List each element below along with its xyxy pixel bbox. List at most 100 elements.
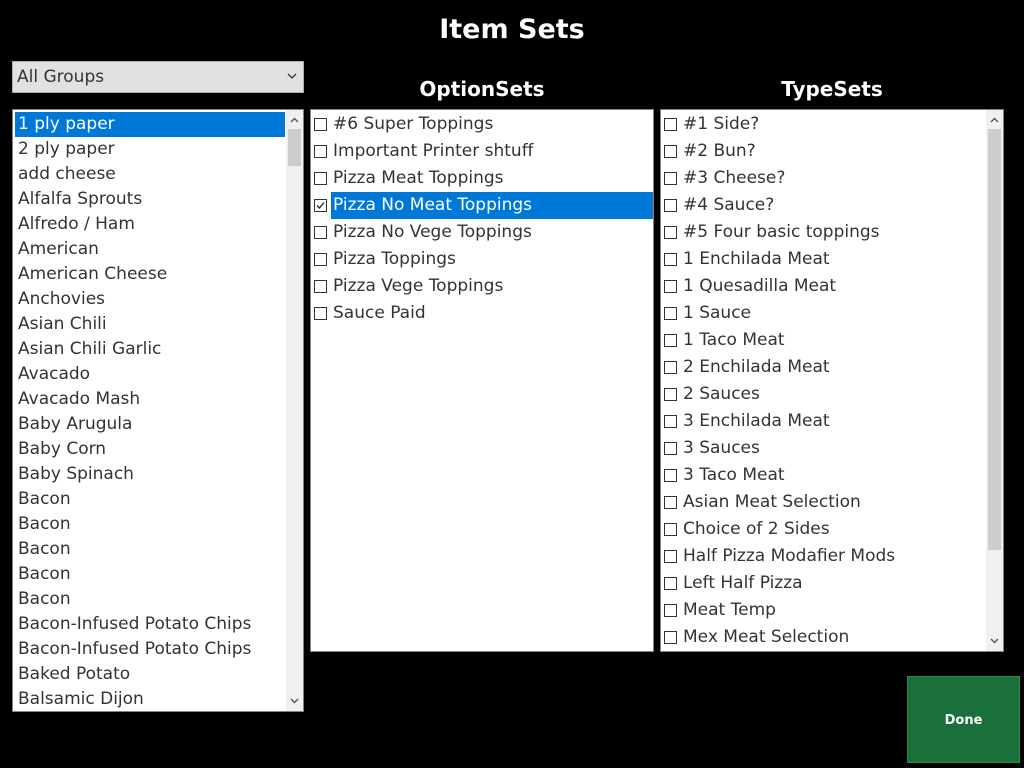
- checkbox[interactable]: [314, 118, 327, 131]
- checkbox-row[interactable]: Choice of 2 Sides: [661, 516, 1003, 543]
- list-item[interactable]: Baby Arugula: [15, 412, 283, 437]
- checkbox[interactable]: [664, 631, 677, 644]
- checkbox-label[interactable]: Pizza Toppings: [331, 246, 456, 273]
- checkbox-label[interactable]: Pizza Vege Toppings: [331, 273, 503, 300]
- checkbox[interactable]: [664, 550, 677, 563]
- checkbox-label[interactable]: 3 Sauces: [681, 435, 760, 462]
- checkbox-row[interactable]: Half Pizza Modafier Mods: [661, 543, 1003, 570]
- done-button[interactable]: Done: [907, 676, 1020, 763]
- checkbox-label[interactable]: 1 Enchilada Meat: [681, 246, 830, 273]
- checkbox[interactable]: [664, 253, 677, 266]
- checkbox[interactable]: [664, 199, 677, 212]
- checkbox-label[interactable]: #5 Four basic toppings: [681, 219, 880, 246]
- list-item[interactable]: Bacon: [15, 487, 283, 512]
- checkbox-label[interactable]: 1 Taco Meat: [681, 327, 785, 354]
- list-item[interactable]: Baked Potato: [15, 662, 283, 687]
- checkbox[interactable]: [314, 172, 327, 185]
- list-item[interactable]: Bacon: [15, 587, 283, 612]
- checkbox-label[interactable]: Pizza No Vege Toppings: [331, 219, 532, 246]
- checkbox-label[interactable]: 2 Sauces: [681, 381, 760, 408]
- checkbox-row[interactable]: 3 Enchilada Meat: [661, 408, 1003, 435]
- checkbox-row[interactable]: 2 Enchilada Meat: [661, 354, 1003, 381]
- list-item[interactable]: American Cheese: [15, 262, 283, 287]
- group-select[interactable]: All Groups: [12, 61, 304, 93]
- list-item[interactable]: Asian Chili Garlic: [15, 337, 283, 362]
- checkbox-row[interactable]: 1 Quesadilla Meat: [661, 273, 1003, 300]
- checkbox[interactable]: [664, 118, 677, 131]
- checkbox-row[interactable]: Mex Meat Selection: [661, 624, 1003, 651]
- list-item[interactable]: add cheese: [15, 162, 283, 187]
- checkbox-row[interactable]: 1 Enchilada Meat: [661, 246, 1003, 273]
- list-item[interactable]: Avacado: [15, 362, 283, 387]
- checkbox-label[interactable]: 1 Quesadilla Meat: [681, 273, 836, 300]
- checkbox[interactable]: [664, 226, 677, 239]
- list-item[interactable]: Bacon-Infused Potato Chips: [15, 637, 283, 662]
- checkbox-row[interactable]: Pizza No Meat Toppings: [311, 192, 653, 219]
- checkbox-label[interactable]: Meat Temp: [681, 597, 776, 624]
- checkbox-label[interactable]: Important Printer shtuff: [331, 138, 533, 165]
- checkbox[interactable]: [314, 226, 327, 239]
- checkbox[interactable]: [314, 145, 327, 158]
- list-item[interactable]: Bacon: [15, 537, 283, 562]
- checkbox[interactable]: [664, 307, 677, 320]
- checkbox-label[interactable]: 1 Sauce: [681, 300, 751, 327]
- checkbox[interactable]: [314, 280, 327, 293]
- checkbox-row[interactable]: Important Printer shtuff: [311, 138, 653, 165]
- list-item[interactable]: Anchovies: [15, 287, 283, 312]
- list-item[interactable]: Baby Corn: [15, 437, 283, 462]
- checkbox-label[interactable]: #2 Bun?: [681, 138, 756, 165]
- checkbox-label[interactable]: #4 Sauce?: [681, 192, 774, 219]
- list-item[interactable]: 2 ply paper: [15, 137, 283, 162]
- checkbox-label[interactable]: #3 Cheese?: [681, 165, 785, 192]
- checkbox[interactable]: [314, 199, 327, 212]
- checkbox[interactable]: [664, 415, 677, 428]
- list-item[interactable]: Baby Spinach: [15, 462, 283, 487]
- scroll-down-icon[interactable]: [286, 692, 303, 709]
- checkbox-row[interactable]: Pizza No Vege Toppings: [311, 219, 653, 246]
- checkbox-row[interactable]: Asian Meat Selection: [661, 489, 1003, 516]
- checkbox-row[interactable]: #1 Side?: [661, 111, 1003, 138]
- checkbox-row[interactable]: #5 Four basic toppings: [661, 219, 1003, 246]
- checkbox-row[interactable]: 1 Sauce: [661, 300, 1003, 327]
- checkbox-row[interactable]: Meat Temp: [661, 597, 1003, 624]
- list-item[interactable]: Bacon: [15, 562, 283, 587]
- checkbox-label[interactable]: #6 Super Toppings: [331, 111, 493, 138]
- checkbox[interactable]: [664, 361, 677, 374]
- list-item[interactable]: 1 ply paper: [15, 112, 285, 137]
- checkbox-row[interactable]: Pizza Toppings: [311, 246, 653, 273]
- checkbox-row[interactable]: Sauce Paid: [311, 300, 653, 327]
- checkbox[interactable]: [664, 145, 677, 158]
- checkbox[interactable]: [664, 172, 677, 185]
- checkbox-row[interactable]: 3 Taco Meat: [661, 462, 1003, 489]
- type-sets-list[interactable]: #1 Side? #2 Bun? #3 Cheese? #4 Sauce? #5 Fou…: [660, 109, 1004, 652]
- checkbox[interactable]: [664, 334, 677, 347]
- checkbox-row[interactable]: 1 Taco Meat: [661, 327, 1003, 354]
- checkbox[interactable]: [664, 604, 677, 617]
- checkbox-label[interactable]: Left Half Pizza: [681, 570, 803, 597]
- list-item[interactable]: Asian Chili: [15, 312, 283, 337]
- checkbox-label[interactable]: Pizza No Meat Toppings: [331, 192, 653, 219]
- checkbox[interactable]: [664, 280, 677, 293]
- checkbox-label[interactable]: Choice of 2 Sides: [681, 516, 830, 543]
- list-item[interactable]: Avacado Mash: [15, 387, 283, 412]
- checkbox-label[interactable]: 3 Enchilada Meat: [681, 408, 830, 435]
- list-item[interactable]: Bacon: [15, 512, 283, 537]
- list-item[interactable]: American: [15, 237, 283, 262]
- checkbox-row[interactable]: Pizza Vege Toppings: [311, 273, 653, 300]
- checkbox-row[interactable]: Left Half Pizza: [661, 570, 1003, 597]
- items-list[interactable]: 1 ply paper 2 ply paper add cheese Alfalfa …: [12, 109, 304, 712]
- checkbox-row[interactable]: 3 Sauces: [661, 435, 1003, 462]
- checkbox-row[interactable]: #3 Cheese?: [661, 165, 1003, 192]
- option-sets-list[interactable]: #6 Super Toppings Important Printer shtuf…: [310, 109, 654, 652]
- checkbox-label[interactable]: Sauce Paid: [331, 300, 426, 327]
- checkbox-row[interactable]: 2 Sauces: [661, 381, 1003, 408]
- checkbox[interactable]: [664, 523, 677, 536]
- checkbox-label[interactable]: #1 Side?: [681, 111, 759, 138]
- list-item[interactable]: Alfredo / Ham: [15, 212, 283, 237]
- checkbox-label[interactable]: Half Pizza Modafier Mods: [681, 543, 895, 570]
- checkbox[interactable]: [664, 442, 677, 455]
- items-scrollbar[interactable]: [286, 110, 303, 711]
- checkbox-label[interactable]: Pizza Meat Toppings: [331, 165, 504, 192]
- checkbox-row[interactable]: Pizza Meat Toppings: [311, 165, 653, 192]
- list-item[interactable]: Balsamic Dijon: [15, 687, 283, 711]
